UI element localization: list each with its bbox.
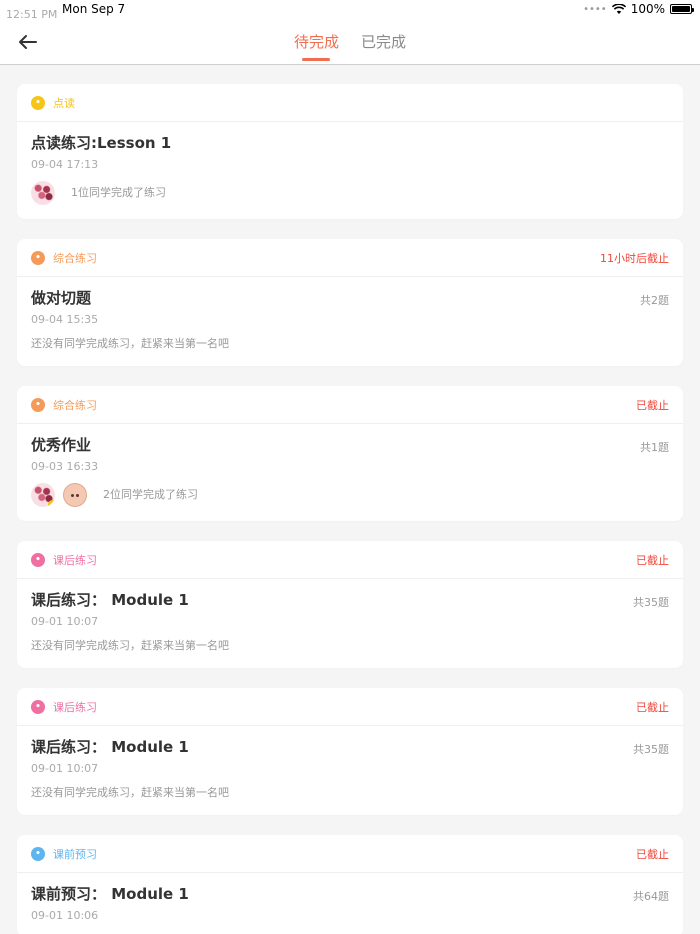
wifi-icon xyxy=(611,3,626,14)
assignment-time: 09-04 15:35 xyxy=(31,313,99,326)
avatar-group xyxy=(31,483,95,507)
assignment-list: • 点读点读练习:Lesson 1 09-04 17:13 1位同学完成了练习 • 综合练… xyxy=(17,84,683,934)
card-header: • 点读 xyxy=(17,84,683,122)
assignment-title: 点读练习:Lesson 1 xyxy=(31,134,172,152)
deadline-status: 已截止 xyxy=(636,398,669,412)
assignment-card[interactable]: • 点读点读练习:Lesson 1 09-04 17:13 1位同学完成了练习 xyxy=(17,84,683,219)
assignment-title: 课后练习： Module 1 xyxy=(31,738,189,756)
deadline-status: 已截止 xyxy=(636,700,669,714)
completion-text: 还没有同学完成练习，赶紧来当第一名吧 xyxy=(31,786,229,799)
assignment-card[interactable]: • 课后练习 已截止课后练习： Module 1 共35题 09-01 10:07 还没有… xyxy=(17,688,683,815)
assignment-type-label: 课后练习 xyxy=(53,700,97,714)
avatar xyxy=(31,483,55,507)
tab-completed-label: 已完成 xyxy=(361,33,407,51)
assignment-time: 09-01 10:06 xyxy=(31,909,99,922)
completion-text: 2位同学完成了练习 xyxy=(103,488,198,501)
battery-percent: 100% xyxy=(630,2,665,16)
question-count: 共35题 xyxy=(633,596,669,609)
card-body: 课前预习： Module 1 共64题 09-01 10:06 xyxy=(17,873,683,934)
question-count: 共35题 xyxy=(633,743,669,756)
assignment-card[interactable]: • 课前预习 已截止课前预习： Module 1 共64题 09-01 10:06 xyxy=(17,835,683,934)
completion-summary: 还没有同学完成练习，赶紧来当第一名吧 xyxy=(31,638,669,654)
avatar-badge-icon xyxy=(48,500,55,507)
assignment-time: 09-01 10:07 xyxy=(31,615,99,628)
card-body: 做对切题 共2题 09-04 15:35 还没有同学完成练习，赶紧来当第一名吧 xyxy=(17,277,683,366)
card-header: • 课后练习 已截止 xyxy=(17,688,683,726)
status-bar: 12:51 PM Mon Sep 7 •••• 100% xyxy=(0,0,700,21)
card-body: 课后练习： Module 1 共35题 09-01 10:07 还没有同学完成练习，赶… xyxy=(17,579,683,668)
completion-summary: 1位同学完成了练习 xyxy=(31,181,669,205)
avatar-group xyxy=(31,181,63,205)
assignment-card[interactable]: • 综合练习 11小时后截止做对切题 共2题 09-04 15:35 还没有同学完成练习，… xyxy=(17,239,683,366)
card-header: • 综合练习 已截止 xyxy=(17,386,683,424)
assignment-title: 课后练习： Module 1 xyxy=(31,591,189,609)
completion-summary: 还没有同学完成练习，赶紧来当第一名吧 xyxy=(31,785,669,801)
deadline-status: 11小时后截止 xyxy=(600,251,669,265)
avatar xyxy=(63,483,87,507)
completion-text: 还没有同学完成练习，赶紧来当第一名吧 xyxy=(31,337,229,350)
tab-active-indicator xyxy=(302,58,331,61)
card-header: • 综合练习 11小时后截止 xyxy=(17,239,683,277)
assignment-type-icon: • xyxy=(31,250,45,265)
assignment-type-label: 课前预习 xyxy=(53,847,97,861)
assignment-card[interactable]: • 综合练习 已截止优秀作业 共1题 09-03 16:33 2位同学完成了练习 xyxy=(17,386,683,521)
tab-pending[interactable]: 待完成 xyxy=(294,20,339,65)
top-nav: 待完成 已完成 xyxy=(0,20,700,65)
cellular-dots-icon: •••• xyxy=(583,3,607,15)
completion-summary: 还没有同学完成练习，赶紧来当第一名吧 xyxy=(31,336,669,352)
question-count: 共64题 xyxy=(633,890,669,903)
card-body: 优秀作业 共1题 09-03 16:33 2位同学完成了练习 xyxy=(17,424,683,521)
card-header: • 课后练习 已截止 xyxy=(17,541,683,579)
question-count: 共1题 xyxy=(640,441,669,454)
deadline-status: 已截止 xyxy=(636,847,669,861)
assignment-time: 09-04 17:13 xyxy=(31,158,99,171)
assignment-type-label: 综合练习 xyxy=(53,398,97,412)
card-body: 点读练习:Lesson 1 09-04 17:13 1位同学完成了练习 xyxy=(17,122,683,219)
assignment-type-icon: • xyxy=(31,552,45,567)
tab-bar: 待完成 已完成 xyxy=(0,20,700,65)
assignment-title: 优秀作业 xyxy=(31,436,92,454)
tab-pending-label: 待完成 xyxy=(293,33,339,51)
card-body: 课后练习： Module 1 共35题 09-01 10:07 还没有同学完成练习，赶… xyxy=(17,726,683,815)
completion-text: 还没有同学完成练习，赶紧来当第一名吧 xyxy=(31,639,229,652)
assignment-type-icon: • xyxy=(31,95,45,110)
status-right: •••• 100% xyxy=(583,2,694,16)
assignment-title: 做对切题 xyxy=(31,289,92,307)
assignment-card[interactable]: • 课后练习 已截止课后练习： Module 1 共35题 09-01 10:07 还没有… xyxy=(17,541,683,668)
assignment-type-icon: • xyxy=(31,846,45,861)
assignment-title: 课前预习： Module 1 xyxy=(31,885,189,903)
assignment-type-icon: • xyxy=(31,699,45,714)
deadline-status: 已截止 xyxy=(636,553,669,567)
avatar xyxy=(31,181,55,205)
assignment-time: 09-03 16:33 xyxy=(31,460,99,473)
completion-summary: 2位同学完成了练习 xyxy=(31,483,669,507)
assignment-time: 09-01 10:07 xyxy=(31,762,99,775)
question-count: 共2题 xyxy=(640,294,669,307)
completion-text: 1位同学完成了练习 xyxy=(71,186,166,199)
assignment-type-icon: • xyxy=(31,397,45,412)
battery-icon xyxy=(670,4,694,14)
assignment-type-label: 综合练习 xyxy=(53,251,97,265)
tab-completed[interactable]: 已完成 xyxy=(361,20,406,65)
assignment-type-label: 点读 xyxy=(53,96,75,110)
card-header: • 课前预习 已截止 xyxy=(17,835,683,873)
assignment-type-label: 课后练习 xyxy=(53,553,97,567)
status-date: Mon Sep 7 xyxy=(62,2,126,16)
